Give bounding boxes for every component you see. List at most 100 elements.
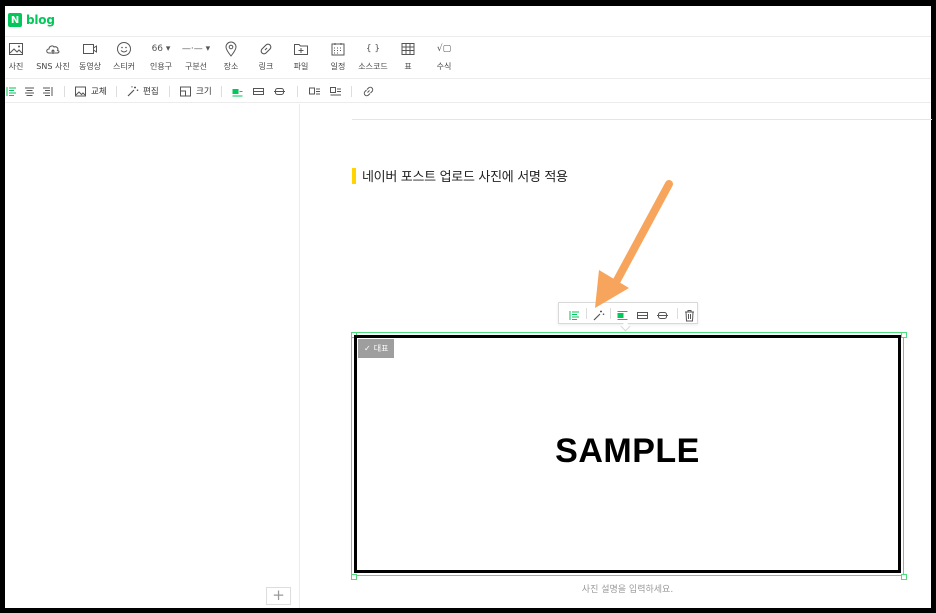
smile-icon <box>117 42 131 56</box>
check-icon: ✓ <box>364 344 371 353</box>
tool-label: SNS 사진 <box>36 62 70 71</box>
tool-label: 사진 <box>8 62 24 71</box>
wrap-left-icon <box>309 87 320 94</box>
float-layout-left-button[interactable] <box>616 307 629 320</box>
tool-link[interactable]: 링크 <box>248 41 284 72</box>
resize-handle-bottom-left[interactable] <box>351 574 357 580</box>
tool-calendar[interactable]: 일정 <box>320 41 356 72</box>
blog-logo[interactable]: N blog <box>8 13 55 27</box>
layout-wide-icon <box>657 312 668 319</box>
calendar-icon <box>331 43 345 56</box>
layout-full-icon <box>253 87 264 95</box>
image-format-toolbar: 교체 편집 크기 <box>5 80 931 103</box>
location-icon <box>225 41 237 57</box>
blog-logo-text: blog <box>26 13 55 27</box>
resize-icon <box>180 86 191 96</box>
table-icon <box>401 43 415 55</box>
align-left-icon <box>6 86 16 96</box>
tool-label: 구분선 <box>184 62 208 71</box>
tool-video[interactable]: 동영상 <box>72 41 108 72</box>
layout-left-icon <box>232 88 243 96</box>
tool-label: 동영상 <box>78 62 102 71</box>
separator <box>221 86 222 97</box>
photo-icon <box>75 86 86 96</box>
floating-image-toolbar <box>558 302 698 324</box>
align-right-icon <box>43 86 53 96</box>
magic-wand-icon <box>593 310 605 321</box>
layout-full-icon <box>637 312 648 319</box>
sample-image[interactable]: ✓ 대표 SAMPLE <box>354 335 901 573</box>
tool-label: 장소 <box>223 62 239 71</box>
post-title[interactable]: 네이버 포스트 업로드 사진에 서명 적용 <box>352 166 568 185</box>
left-panel <box>5 104 300 608</box>
formula-icon: √▢ <box>436 44 452 54</box>
tool-divider[interactable]: —·— ▾ 구분선 <box>178 41 214 72</box>
layout-full-button[interactable] <box>252 84 265 98</box>
tool-label: 소스코드 <box>358 62 388 71</box>
image-caption-input[interactable]: 사진 설명을 입력하세요. <box>351 582 904 595</box>
resize-handle-top-right[interactable] <box>901 332 907 338</box>
add-block-button[interactable]: + <box>266 587 291 605</box>
separator <box>297 86 298 97</box>
separator <box>677 308 678 319</box>
link-icon <box>260 43 272 55</box>
tool-label: 일정 <box>330 62 346 71</box>
size-button[interactable]: 크기 <box>179 84 212 98</box>
title-accent-bar <box>352 167 356 184</box>
trash-icon <box>685 310 694 322</box>
separator <box>169 86 170 97</box>
tool-location[interactable]: 장소 <box>213 41 249 72</box>
replace-button[interactable]: 교체 <box>74 84 107 98</box>
separator <box>64 86 65 97</box>
align-left-icon <box>569 311 579 320</box>
tool-photo[interactable]: 사진 <box>5 41 34 72</box>
tool-source-code[interactable]: { } 소스코드 <box>355 41 391 72</box>
tool-quote[interactable]: 66 ▾ 인용구 <box>143 41 179 72</box>
float-align-left-button[interactable] <box>568 307 581 320</box>
separator <box>610 308 611 319</box>
float-layout-full-button[interactable] <box>636 307 649 320</box>
video-icon <box>83 44 97 54</box>
naver-logo-icon: N <box>8 13 22 27</box>
text-wrap-left-button[interactable] <box>308 84 321 98</box>
float-edit-button[interactable] <box>592 307 605 321</box>
layout-left-icon <box>617 311 628 320</box>
sample-image-text: SAMPLE <box>555 432 700 470</box>
code-icon: { } <box>365 44 381 54</box>
tool-table[interactable]: 표 <box>390 41 426 72</box>
link-icon <box>363 86 374 96</box>
file-icon <box>294 44 308 55</box>
image-link-button[interactable] <box>362 84 375 98</box>
layout-inline-left-button[interactable] <box>231 84 244 98</box>
content-divider <box>352 119 932 120</box>
edit-button[interactable]: 편집 <box>126 84 159 98</box>
tool-file[interactable]: 파일 <box>283 41 319 72</box>
post-title-text: 네이버 포스트 업로드 사진에 서명 적용 <box>362 170 568 185</box>
separator <box>586 308 587 319</box>
photo-icon <box>9 43 23 55</box>
wrap-right-icon <box>330 86 341 95</box>
align-left-button[interactable] <box>5 84 18 98</box>
separator <box>351 86 352 97</box>
align-center-button[interactable] <box>23 84 36 98</box>
align-right-button[interactable] <box>41 84 54 98</box>
layout-wide-button[interactable] <box>273 84 286 98</box>
representative-badge[interactable]: ✓ 대표 <box>358 339 395 358</box>
cloud-icon <box>46 45 60 54</box>
float-layout-wide-button[interactable] <box>656 307 669 320</box>
align-center-icon <box>25 87 34 96</box>
quote-icon: 66 ▾ <box>151 44 171 54</box>
tool-label: 파일 <box>293 62 309 71</box>
resize-handle-bottom-right[interactable] <box>901 574 907 580</box>
header: N blog <box>5 6 931 37</box>
edit-label: 편집 <box>143 87 159 97</box>
float-delete-button[interactable] <box>683 307 696 322</box>
replace-label: 교체 <box>91 87 107 97</box>
tool-label: 수식 <box>436 62 452 71</box>
separator <box>116 86 117 97</box>
insert-toolbar: 사진 SNS 사진 동영상 스티커 66 ▾ 인용구 —·— ▾ 구분선 장소 … <box>5 37 931 79</box>
tool-sns-photo[interactable]: SNS 사진 <box>35 41 71 72</box>
tool-formula[interactable]: √▢ 수식 <box>426 41 462 72</box>
tool-sticker[interactable]: 스티커 <box>106 41 142 72</box>
text-wrap-right-button[interactable] <box>329 84 342 98</box>
